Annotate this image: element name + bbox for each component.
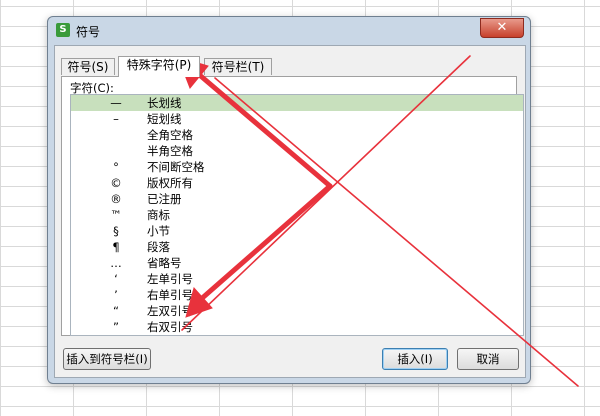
tab-special-characters[interactable]: 特殊字符(P)	[118, 56, 200, 77]
annotation-arrow-shaft-up	[193, 69, 333, 189]
annotation-line-cross-b	[214, 77, 579, 387]
annotation-overlay	[177, 55, 579, 387]
annotation-arrow-shaft-down	[197, 183, 333, 303]
